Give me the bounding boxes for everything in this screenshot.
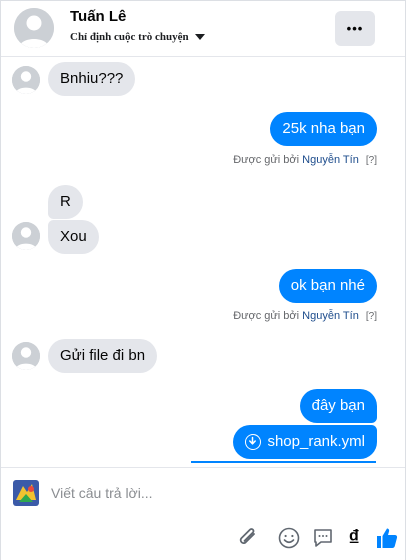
scroll-indicator xyxy=(191,461,376,463)
attach-file-button[interactable] xyxy=(235,524,261,552)
page-avatar-icon xyxy=(13,480,39,506)
payment-button[interactable]: ₫ xyxy=(343,524,365,552)
default-avatar-icon xyxy=(12,222,40,250)
sent-by-note: Được gửi bởi Nguyễn Tín [?] xyxy=(233,154,377,166)
like-button[interactable] xyxy=(373,524,401,552)
messenger-panel: Tuấn Lê Chỉ định cuộc trò chuyện ••• Bnh… xyxy=(0,0,406,560)
message-incoming[interactable]: Gửi file đi bn xyxy=(48,339,158,373)
message-incoming[interactable]: Bnhiu??? xyxy=(48,62,136,96)
chat-bubble-icon xyxy=(314,529,332,547)
more-options-button[interactable]: ••• xyxy=(335,11,375,46)
assign-conversation-dropdown[interactable]: Chỉ định cuộc trò chuyện xyxy=(70,31,205,43)
message-outgoing[interactable]: 25k nha bạn xyxy=(270,112,377,146)
file-attachment-message[interactable]: shop_rank.yml xyxy=(233,425,377,459)
emoji-button[interactable] xyxy=(276,524,302,552)
thumbs-up-icon xyxy=(377,528,398,548)
sent-by-name[interactable]: Nguyễn Tín xyxy=(302,310,359,322)
message-incoming[interactable]: R xyxy=(48,185,83,219)
contact-name[interactable]: Tuấn Lê xyxy=(70,8,126,25)
help-link[interactable]: [?] xyxy=(366,155,377,166)
paperclip-icon xyxy=(239,528,255,544)
download-icon[interactable] xyxy=(245,434,262,450)
file-name[interactable]: shop_rank.yml xyxy=(267,432,365,452)
smiley-icon xyxy=(278,527,300,549)
sender-avatar xyxy=(12,342,40,370)
sent-by-name[interactable]: Nguyễn Tín xyxy=(302,154,359,166)
reply-composer: ₫ xyxy=(1,467,405,560)
sent-by-prefix: Được gửi bởi xyxy=(233,310,300,322)
sent-by-note: Được gửi bởi Nguyễn Tín [?] xyxy=(233,310,377,322)
assign-label: Chỉ định cuộc trò chuyện xyxy=(70,31,189,43)
default-avatar-icon xyxy=(12,66,40,94)
saved-replies-button[interactable] xyxy=(310,524,336,552)
default-avatar-icon xyxy=(12,342,40,370)
message-outgoing[interactable]: ok bạn nhé xyxy=(278,269,377,303)
reply-input[interactable] xyxy=(51,482,381,504)
caret-down-icon xyxy=(194,34,205,40)
message-outgoing[interactable]: đây bạn xyxy=(299,389,377,423)
currency-dong-icon: ₫ xyxy=(348,525,360,550)
default-avatar-icon xyxy=(14,8,54,48)
sent-by-prefix: Được gửi bởi xyxy=(233,154,300,166)
sender-avatar xyxy=(12,222,40,250)
conversation-header: Tuấn Lê Chỉ định cuộc trò chuyện ••• xyxy=(1,1,405,57)
sender-avatar xyxy=(12,66,40,94)
message-incoming[interactable]: Xou xyxy=(48,220,99,254)
help-link[interactable]: [?] xyxy=(366,311,377,322)
contact-avatar[interactable] xyxy=(14,8,54,48)
